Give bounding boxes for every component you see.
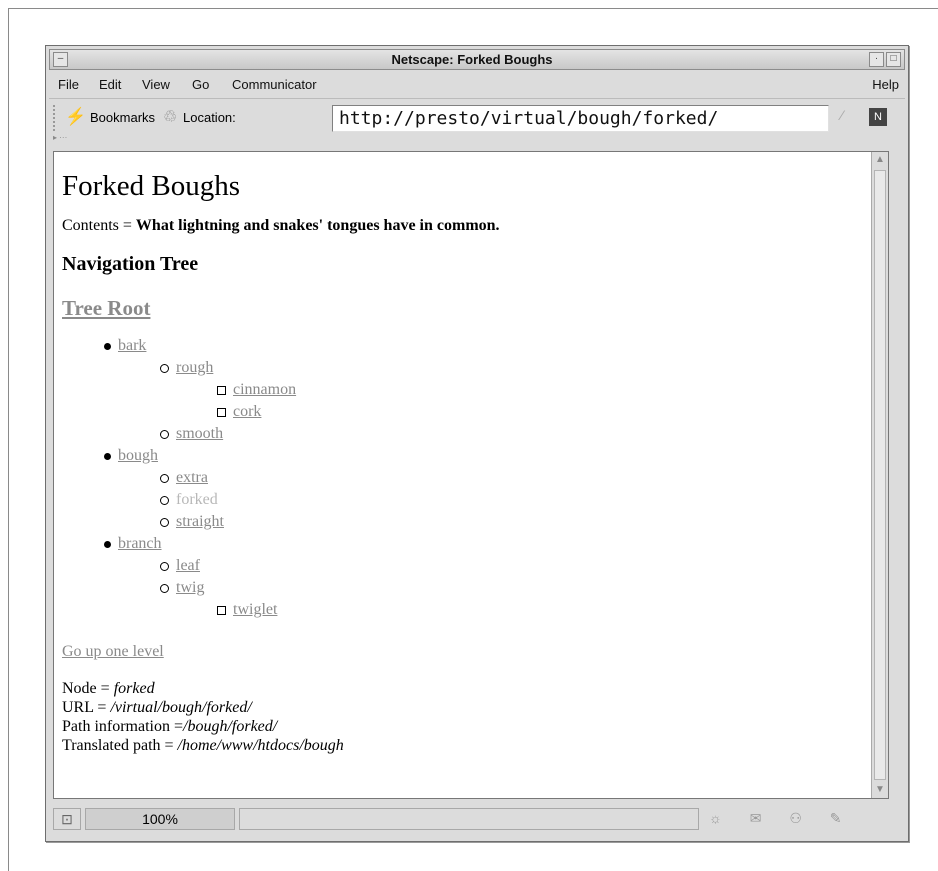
page-viewport: Forked Boughs Contents = What lightning … — [53, 151, 889, 799]
node-line: Node = forked — [62, 679, 862, 698]
tree-item-smooth: smooth — [160, 423, 862, 445]
tree-link-rough[interactable]: rough — [176, 359, 213, 376]
tree-link-leaf[interactable]: leaf — [176, 557, 200, 574]
tree-item-branch: branch — [104, 533, 862, 555]
translated-path-label: Translated path = — [62, 737, 178, 754]
menu-edit[interactable]: Edit — [99, 77, 121, 92]
location-toolbar: ⚡ Bookmarks ♲ Location: ⁄ N ▸ ··· — [49, 98, 905, 142]
tree-link-extra[interactable]: extra — [176, 469, 208, 486]
tree-link-twiglet[interactable]: twiglet — [233, 601, 277, 618]
tree-item-forked: forked — [160, 489, 862, 511]
title-bar[interactable]: – Netscape: Forked Boughs · □ — [49, 49, 905, 70]
navigation-tree: bark rough cinnamon cork smooth bough ex… — [62, 335, 862, 621]
menu-file[interactable]: File — [58, 77, 79, 92]
disc-bullet-icon — [104, 540, 111, 548]
location-input[interactable] — [332, 105, 829, 132]
tree-link-smooth[interactable]: smooth — [176, 425, 223, 442]
url-value: /virtual/bough/forked/ — [110, 699, 252, 716]
whats-related-icon[interactable]: ⁄ — [841, 107, 843, 123]
bookmarks-button[interactable]: Bookmarks — [90, 110, 155, 125]
tree-link-cork[interactable]: cork — [233, 403, 261, 420]
browser-window: – Netscape: Forked Boughs · □ File Edit … — [45, 45, 909, 842]
url-label: URL = — [62, 699, 111, 716]
translated-path-value: /home/www/htdocs/bough — [177, 737, 344, 754]
window-menu-icon[interactable]: – — [53, 52, 68, 67]
tree-link-twig[interactable]: twig — [176, 579, 204, 596]
tree-current-forked: forked — [176, 491, 218, 508]
menu-bar: File Edit View Go Communicator Help — [49, 73, 905, 95]
tree-item-cinnamon: cinnamon — [217, 379, 862, 401]
disc-bullet-icon — [104, 342, 111, 350]
node-label: Node = — [62, 680, 114, 697]
tree-link-bark[interactable]: bark — [118, 337, 146, 354]
circle-bullet-icon — [160, 517, 169, 527]
location-icon[interactable]: ♲ — [163, 107, 177, 127]
tree-item-rough: rough — [160, 357, 862, 379]
tree-item-twiglet: twiglet — [217, 599, 862, 621]
tree-item-leaf: leaf — [160, 555, 862, 577]
path-value: /bough/forked/ — [183, 718, 278, 735]
maximize-icon[interactable]: □ — [886, 52, 901, 67]
contents-label: Contents = — [62, 217, 136, 234]
tree-item-bough: bough — [104, 445, 862, 467]
circle-bullet-icon — [160, 495, 169, 505]
contents-text: What lightning and snakes' tongues have … — [135, 217, 500, 234]
circle-bullet-icon — [160, 583, 169, 593]
go-up-link[interactable]: Go up one level — [62, 643, 164, 661]
circle-bullet-icon — [160, 473, 169, 483]
minimize-icon[interactable]: · — [869, 52, 884, 67]
toolbar-grip[interactable] — [53, 105, 59, 131]
status-message — [239, 808, 699, 830]
tree-link-cinnamon[interactable]: cinnamon — [233, 381, 296, 398]
page-heading: Forked Boughs — [62, 170, 241, 202]
progress-status: 100% — [85, 808, 235, 830]
component-bar-icons[interactable]: ☼ ✉ ⚇ ✎ — [709, 810, 854, 827]
nav-tree-heading: Navigation Tree — [62, 253, 199, 275]
tree-link-branch[interactable]: branch — [118, 535, 162, 552]
disc-bullet-icon — [104, 452, 111, 460]
tree-item-cork: cork — [217, 401, 862, 423]
vertical-scrollbar[interactable]: ▲ ▼ — [871, 152, 888, 798]
path-label: Path information = — [62, 718, 184, 735]
menu-help[interactable]: Help — [872, 77, 899, 92]
tree-link-straight[interactable]: straight — [176, 513, 224, 530]
node-info: Node = forked URL = /virtual/bough/forke… — [62, 679, 862, 755]
tree-item-extra: extra — [160, 467, 862, 489]
tree-item-straight: straight — [160, 511, 862, 533]
menu-go[interactable]: Go — [192, 77, 209, 92]
square-bullet-icon — [217, 385, 226, 395]
window-title: Netscape: Forked Boughs — [391, 52, 553, 67]
translated-path-line: Translated path = /home/www/htdocs/bough — [62, 736, 862, 755]
tree-root-link[interactable]: Tree Root — [62, 296, 150, 321]
menu-communicator[interactable]: Communicator — [232, 77, 317, 92]
collapsed-toolbar-icon[interactable]: ▸ ··· — [53, 133, 67, 142]
scroll-down-icon[interactable]: ▼ — [874, 784, 886, 796]
location-label: Location: — [183, 110, 236, 125]
circle-bullet-icon — [160, 363, 169, 373]
circle-bullet-icon — [160, 429, 169, 439]
square-bullet-icon — [217, 407, 226, 417]
tree-link-bough[interactable]: bough — [118, 447, 158, 464]
menu-view[interactable]: View — [142, 77, 170, 92]
circle-bullet-icon — [160, 561, 169, 571]
contents-line: Contents = What lightning and snakes' to… — [62, 217, 862, 235]
path-line: Path information =/bough/forked/ — [62, 717, 862, 736]
security-lock-icon[interactable]: ⊡ — [53, 808, 81, 830]
url-line: URL = /virtual/bough/forked/ — [62, 698, 862, 717]
square-bullet-icon — [217, 605, 226, 615]
tree-item-bark: bark — [104, 335, 862, 357]
scroll-thumb[interactable] — [874, 170, 886, 780]
netscape-logo-icon[interactable]: N — [869, 108, 887, 126]
page-body: Forked Boughs Contents = What lightning … — [62, 158, 862, 755]
status-bar: ⊡ 100% ☼ ✉ ⚇ ✎ — [49, 804, 905, 834]
scroll-up-icon[interactable]: ▲ — [874, 154, 886, 166]
tree-item-twig: twig — [160, 577, 862, 599]
node-value: forked — [113, 680, 155, 697]
bookmarks-icon[interactable]: ⚡ — [65, 107, 86, 127]
